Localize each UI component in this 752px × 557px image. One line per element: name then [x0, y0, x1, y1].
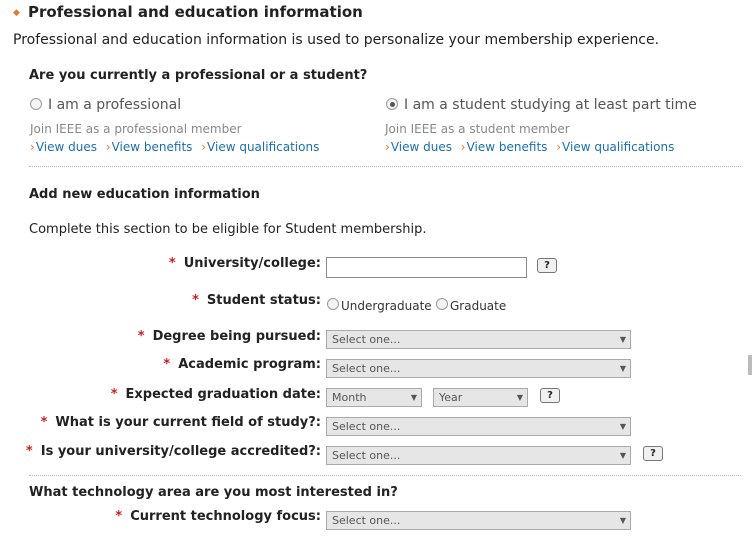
student-radio[interactable] [386, 98, 398, 110]
professional-view-qualifications-link[interactable]: View qualifications [207, 140, 319, 154]
required-marker: * [40, 415, 48, 430]
professional-links: ›View dues ›View benefits ›View qualific… [30, 140, 324, 154]
professional-radio[interactable] [30, 98, 42, 110]
student-links: ›View dues ›View benefits ›View qualific… [385, 140, 679, 154]
accredited-select[interactable]: Select one... ▼ [326, 446, 631, 465]
professional-view-benefits-link[interactable]: View benefits [112, 140, 193, 154]
required-marker: * [168, 256, 176, 271]
dropdown-arrow-icon: ▼ [516, 393, 523, 402]
student-status-label: * Student status: [192, 293, 321, 308]
degree-select[interactable]: Select one... ▼ [326, 330, 631, 349]
chevron-right-icon: › [30, 140, 35, 154]
diamond-icon: ◆ [13, 8, 20, 18]
membership-question: Are you currently a professional or a st… [29, 68, 368, 83]
student-label[interactable]: I am a student studying at least part ti… [404, 97, 697, 113]
undergraduate-label[interactable]: Undergraduate [341, 299, 432, 313]
university-label: * University/college: [168, 256, 321, 271]
chevron-right-icon: › [460, 140, 466, 154]
required-marker: * [25, 444, 33, 459]
student-view-dues-link[interactable]: View dues [391, 140, 452, 154]
divider [29, 475, 741, 476]
student-subtitle: Join IEEE as a student member [385, 122, 570, 136]
chevron-right-icon: › [556, 140, 562, 154]
education-title: Add new education information [29, 187, 260, 202]
degree-label: * Degree being pursued: [137, 329, 321, 344]
technology-focus-label: * Current technology focus: [115, 509, 321, 524]
technology-focus-select[interactable]: Select one... ▼ [326, 511, 631, 530]
accredited-help-button[interactable]: ? [643, 446, 663, 461]
program-select[interactable]: Select one... ▼ [326, 359, 631, 378]
required-marker: * [137, 329, 145, 344]
dropdown-arrow-icon: ▼ [619, 516, 626, 525]
student-view-benefits-link[interactable]: View benefits [467, 140, 548, 154]
undergraduate-radio[interactable] [327, 298, 339, 310]
section-title: Professional and education information [28, 3, 363, 21]
divider [29, 166, 741, 167]
dropdown-arrow-icon: ▼ [619, 335, 626, 344]
grad-month-select[interactable]: Month ▼ [326, 388, 422, 407]
student-view-qualifications-link[interactable]: View qualifications [562, 140, 674, 154]
chevron-right-icon: › [105, 140, 111, 154]
professional-subtitle: Join IEEE as a professional member [30, 122, 242, 136]
field-of-study-select[interactable]: Select one... ▼ [326, 417, 631, 436]
dropdown-arrow-icon: ▼ [410, 393, 417, 402]
section-intro: Professional and education information i… [13, 32, 660, 48]
dropdown-arrow-icon: ▼ [619, 451, 626, 460]
accredited-label: * Is your university/college accredited?: [25, 444, 321, 459]
dropdown-arrow-icon: ▼ [619, 422, 626, 431]
grad-date-label: * Expected graduation date: [110, 387, 321, 402]
scrollbar[interactable] [748, 355, 752, 375]
chevron-right-icon: › [201, 140, 207, 154]
technology-title: What technology area are you most intere… [29, 485, 398, 500]
required-marker: * [163, 357, 171, 372]
required-marker: * [110, 387, 118, 402]
required-marker: * [115, 509, 123, 524]
university-input[interactable] [326, 257, 527, 278]
professional-label[interactable]: I am a professional [48, 97, 181, 113]
university-help-button[interactable]: ? [537, 258, 557, 273]
field-of-study-label: * What is your current field of study?: [40, 415, 321, 430]
grad-year-select[interactable]: Year ▼ [433, 388, 528, 407]
education-note: Complete this section to be eligible for… [29, 222, 427, 237]
graduate-label[interactable]: Graduate [450, 299, 506, 313]
graduate-radio[interactable] [436, 298, 448, 310]
required-marker: * [192, 293, 199, 308]
chevron-right-icon: › [385, 140, 390, 154]
dropdown-arrow-icon: ▼ [619, 364, 626, 373]
program-label: * Academic program: [163, 357, 321, 372]
professional-view-dues-link[interactable]: View dues [36, 140, 97, 154]
grad-date-help-button[interactable]: ? [540, 388, 560, 403]
